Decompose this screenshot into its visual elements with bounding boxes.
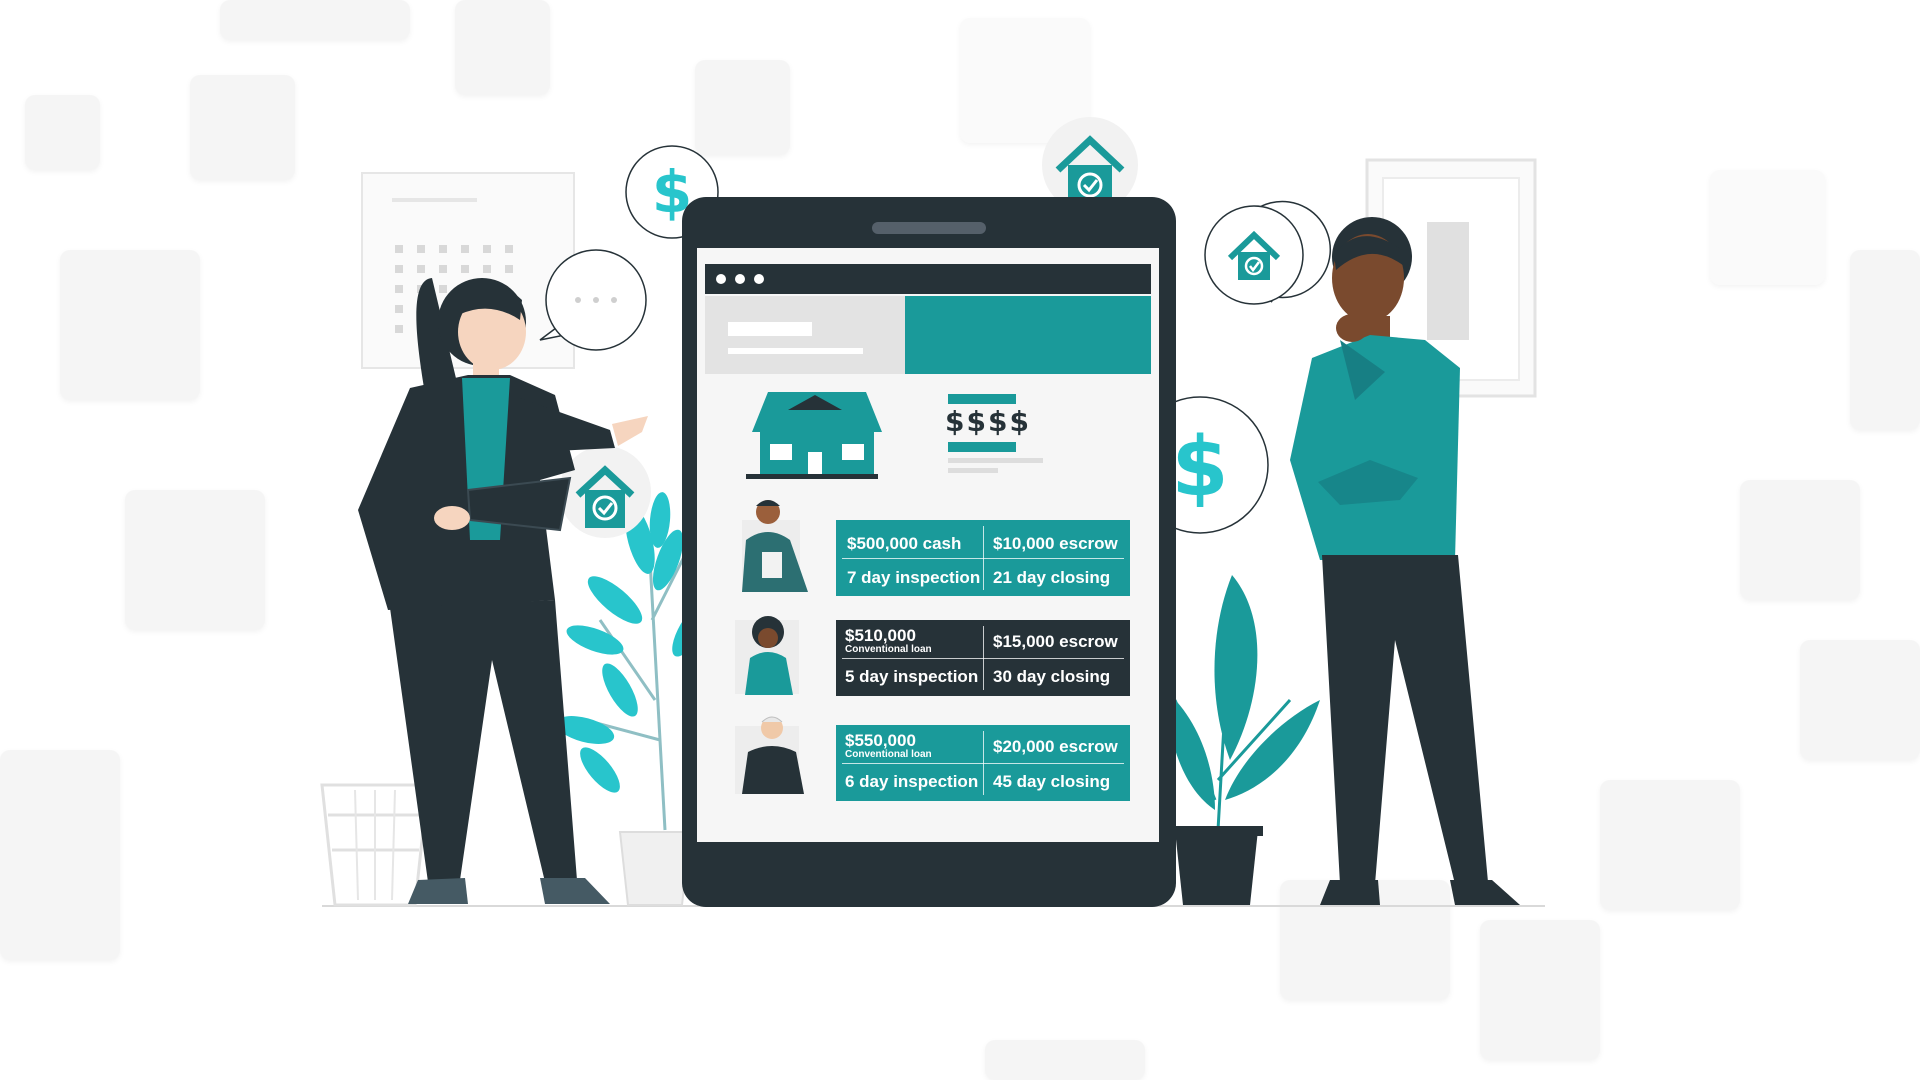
- offer-card[interactable]: $500,000 cash $10,000 escrow 7 day inspe…: [836, 520, 1130, 596]
- header-teal-panel: [905, 296, 1151, 374]
- offer-inspection: 6 day inspection: [845, 772, 979, 791]
- svg-text:$: $: [1171, 420, 1228, 515]
- divider: [842, 658, 1124, 659]
- offer-price: $550,000: [845, 731, 916, 750]
- bidder-avatar: [735, 716, 804, 794]
- offer-loan-type: Conventional loan: [845, 749, 932, 760]
- offer-price: $510,000: [845, 626, 916, 645]
- waste-basket: [320, 783, 430, 907]
- browser-bar: [705, 264, 1151, 294]
- offer-closing: 21 day closing: [993, 568, 1111, 587]
- house-icon: [746, 392, 882, 479]
- offer-escrow: $10,000 escrow: [993, 534, 1118, 553]
- offer-closing: 30 day closing: [993, 667, 1111, 686]
- divider: [842, 558, 1124, 559]
- divider: [842, 763, 1124, 764]
- offer-price: $500,000 cash: [847, 534, 962, 553]
- house-check-icon: [1204, 200, 1331, 305]
- offer-card[interactable]: $510,000 Conventional loan $15,000 escro…: [836, 620, 1130, 696]
- house-check-icon: [559, 446, 651, 538]
- offer-closing: 45 day closing: [993, 772, 1111, 791]
- plant-right: [1165, 575, 1320, 905]
- offer-inspection: 7 day inspection: [847, 568, 981, 587]
- price-placeholder: $$$$: [945, 405, 1031, 438]
- offer-escrow: $20,000 escrow: [993, 737, 1118, 756]
- offer-loan-type: Conventional loan: [845, 644, 932, 655]
- bidder-avatar: [735, 616, 799, 695]
- offer-card[interactable]: $550,000 Conventional loan $20,000 escro…: [836, 725, 1130, 801]
- offer-escrow: $15,000 escrow: [993, 632, 1118, 651]
- offer-inspection: 5 day inspection: [845, 667, 979, 686]
